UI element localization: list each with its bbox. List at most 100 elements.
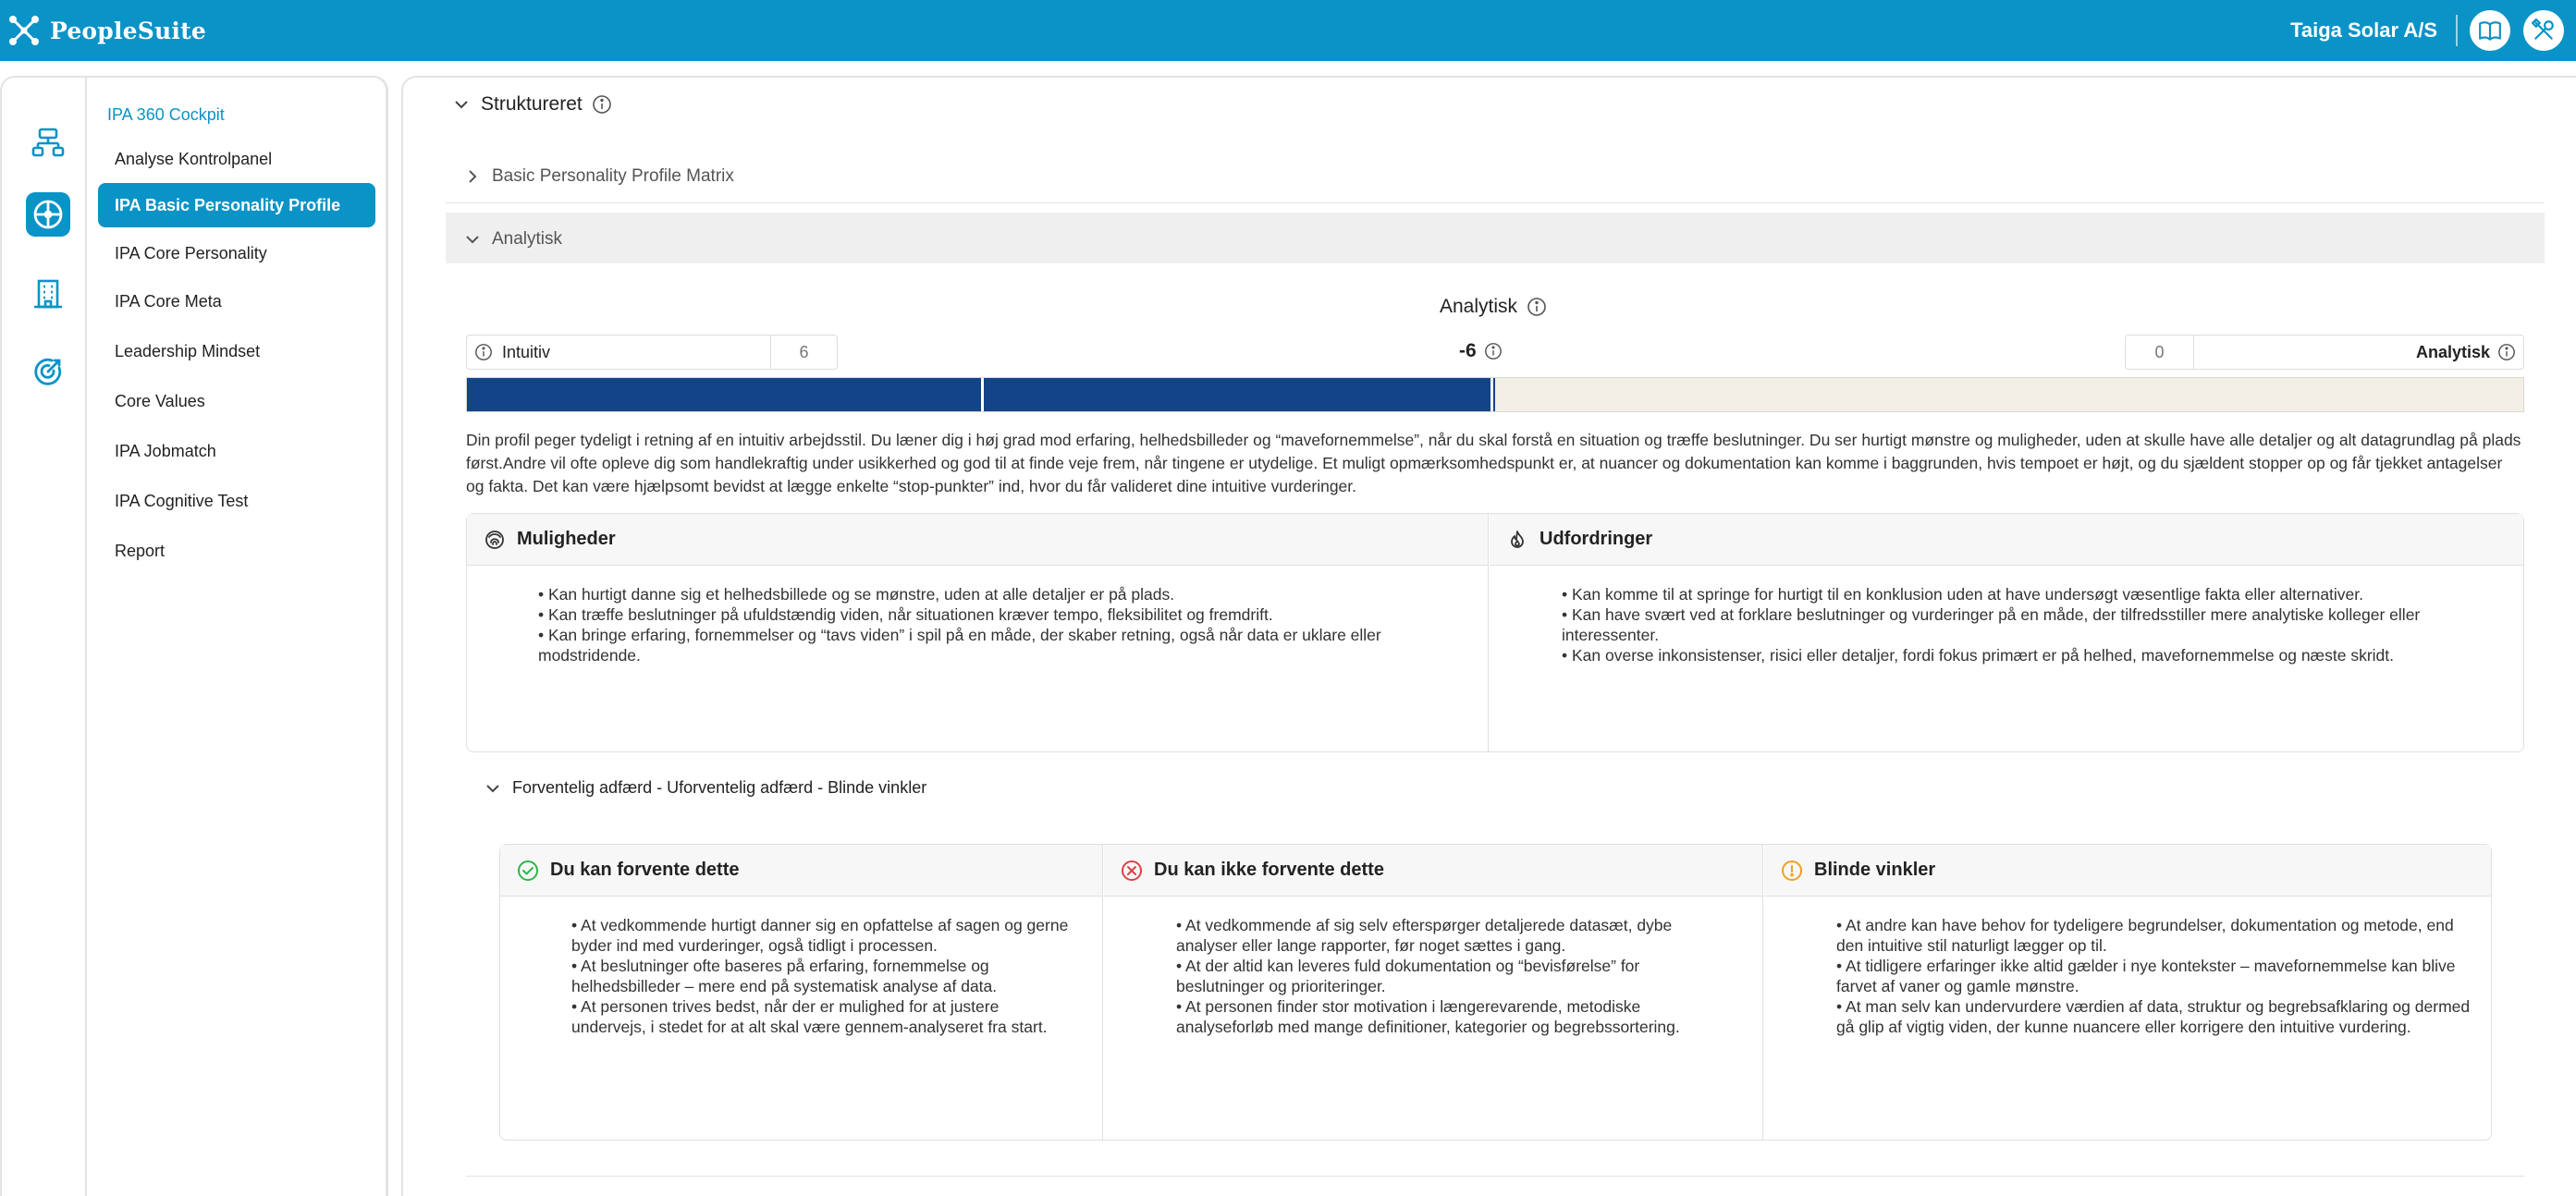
nav-item-ipa-core-meta[interactable]: IPA Core Meta [98, 279, 375, 323]
scale-title: Analytisk [1440, 296, 1547, 318]
x-circle-icon [1122, 860, 1142, 881]
org-chart-icon [31, 128, 65, 157]
accordion-basic-personality-profile-matrix[interactable]: Basic Personality Profile Matrix [464, 166, 734, 187]
scale-bar-separator [981, 378, 984, 411]
opportunities-header: Muligheder [467, 514, 1488, 566]
not-expect-list: • At vedkommende af sig selv efterspørge… [1176, 915, 1731, 1037]
opportunities-column: Muligheder • Kan hurtigt danne sig et he… [467, 514, 1489, 751]
list-item: • At personen trives bedst, når der er m… [571, 997, 1048, 1036]
nav-item-analyse-kontrolpanel[interactable]: Analyse Kontrolpanel [98, 137, 375, 181]
opportunities-challenges-card: Muligheder • Kan hurtigt danne sig et he… [466, 513, 2524, 752]
divider [446, 202, 2545, 203]
top-bar: PeopleSuite Taiga Solar A/S [0, 0, 2576, 61]
info-icon[interactable] [2497, 343, 2516, 361]
accordion-analytisk-header[interactable]: Analytisk [464, 229, 562, 250]
chevron-down-icon [455, 101, 468, 109]
accordion-title: Forventelig adfærd - Uforventelig adfærd… [512, 778, 927, 797]
scale-left-box: Intuitiv 6 [466, 335, 838, 370]
scale-score-value: -6 [1459, 340, 1477, 361]
expect-list: • At vedkommende hurtigt danner sig en o… [571, 915, 1071, 1037]
list-item: • At tidligere erfaringer ikke altid gæl… [1836, 957, 2456, 995]
peoplesuite-logo-icon [9, 16, 39, 45]
nav-item-ipa-basic-personality-profile[interactable]: IPA Basic Personality Profile [98, 183, 375, 227]
info-icon[interactable] [1484, 342, 1503, 360]
app-name: PeopleSuite [50, 17, 206, 44]
info-icon[interactable] [1527, 297, 1547, 317]
accordion-behavior[interactable]: Forventelig adfærd - Uforventelig adfærd… [485, 778, 926, 798]
list-item: • Kan hurtigt danne sig et helhedsbilled… [538, 585, 1175, 604]
opportunities-list: • Kan hurtigt danne sig et helhedsbilled… [538, 584, 1435, 665]
nav-title[interactable]: IPA 360 Cockpit [107, 105, 225, 125]
expect-title: Du kan forvente dette [550, 860, 740, 880]
scale-left-label: Intuitiv [502, 342, 551, 361]
list-item: • Kan overse inkonsistenser, risici elle… [1562, 646, 2394, 665]
nav-item-core-values[interactable]: Core Values [98, 379, 375, 423]
challenges-list: • Kan komme til at springe for hurtigt t… [1562, 584, 2514, 665]
challenges-column: Udfordringer • Kan komme til at springe … [1490, 514, 2523, 751]
list-item: • Kan komme til at springe for hurtigt t… [1562, 585, 2364, 604]
accordion-analytisk[interactable] [446, 213, 2545, 263]
section-struktureret[interactable]: Struktureret [453, 93, 612, 116]
list-item: • At vedkommende af sig selv efterspørge… [1176, 916, 1673, 955]
opportunities-title: Muligheder [517, 529, 616, 549]
expect-column: Du kan forvente dette • At vedkommende h… [500, 845, 1103, 1140]
rail-org-chart[interactable] [26, 120, 70, 165]
chevron-right-icon [469, 170, 477, 183]
compass-icon [33, 200, 63, 229]
blind-spots-title: Blinde vinkler [1814, 860, 1936, 880]
scale-right-label: Analytisk [2415, 342, 2490, 361]
list-item: • Kan bringe erfaring, fornemmelser og “… [538, 626, 1381, 665]
check-circle-icon [518, 860, 538, 881]
not-expect-title: Du kan ikke forvente dette [1154, 860, 1384, 880]
not-expect-header: Du kan ikke forvente dette [1104, 845, 1762, 897]
rail-compass[interactable] [26, 192, 70, 237]
challenges-title: Udfordringer [1539, 529, 1653, 549]
accordion-title: Analytisk [492, 229, 563, 249]
list-item: • At der altid kan leveres fuld dokument… [1176, 957, 1640, 995]
behavior-card: Du kan forvente dette • At vedkommende h… [499, 844, 2492, 1141]
nav-item-ipa-jobmatch[interactable]: IPA Jobmatch [98, 429, 375, 473]
section-title: Struktureret [481, 93, 583, 115]
fingerprint-icon [485, 530, 504, 549]
nav-item-report[interactable]: Report [98, 529, 375, 573]
scale-right-box: 0 Analytisk [2125, 335, 2524, 370]
divider [2456, 15, 2458, 46]
target-icon [34, 358, 62, 385]
info-icon[interactable] [592, 94, 612, 115]
challenges-header: Udfordringer [1490, 514, 2523, 566]
accordion-title: Basic Personality Profile Matrix [492, 166, 734, 186]
rail-building[interactable] [26, 272, 70, 316]
flame-icon [1511, 530, 1524, 548]
nav-item-ipa-core-personality[interactable]: IPA Core Personality [98, 231, 375, 275]
scale-left-value: 6 [770, 336, 837, 369]
scale-title-label: Analytisk [1440, 296, 1518, 317]
scale-right-value: 0 [2126, 336, 2194, 369]
scale-bar-separator [1490, 378, 1493, 411]
blind-spots-list: • At andre kan have behov for tydeligere… [1836, 915, 2484, 1037]
tools-icon [2532, 18, 2554, 40]
blind-spots-column: Blinde vinkler • At andre kan have behov… [1764, 845, 2491, 1140]
building-icon [34, 279, 62, 309]
nav-item-leadership-mindset[interactable]: Leadership Mindset [98, 329, 375, 373]
list-item: • At personen finder stor motivation i l… [1176, 997, 1680, 1036]
tools-button[interactable] [2523, 10, 2564, 51]
list-item: • At beslutninger ofte baseres på erfari… [571, 957, 998, 995]
rail-target[interactable] [26, 349, 70, 394]
company-name: Taiga Solar A/S [2290, 18, 2437, 42]
nav-panel: IPA 360 Cockpit Analyse Kontrolpanel IPA… [87, 76, 388, 1196]
list-item: • At andre kan have behov for tydeligere… [1836, 916, 2454, 955]
warning-circle-icon [1782, 860, 1802, 881]
scale-score: -6 [1459, 340, 1503, 362]
list-item: • At vedkommende hurtigt danner sig en o… [571, 916, 1069, 955]
blind-spots-header: Blinde vinkler [1764, 845, 2491, 897]
book-icon [2479, 21, 2501, 41]
nav-item-ipa-cognitive-test[interactable]: IPA Cognitive Test [98, 479, 375, 523]
info-icon[interactable] [474, 343, 493, 361]
logo[interactable]: PeopleSuite [7, 14, 206, 47]
scale-bar [466, 377, 2524, 412]
profile-description: Din profil peger tydeligt i retning af e… [466, 431, 2521, 495]
book-button[interactable] [2470, 10, 2510, 51]
chevron-down-icon [466, 236, 479, 244]
divider [466, 1176, 2524, 1177]
list-item: • Kan have svært ved at forklare beslutn… [1562, 605, 2421, 644]
